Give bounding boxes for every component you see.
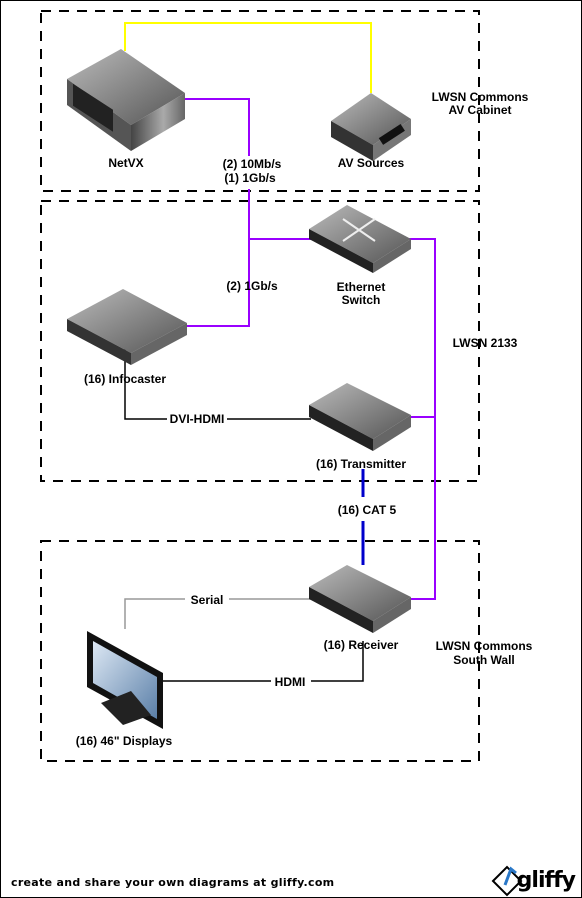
cat5-label: (16) CAT 5 [338, 503, 397, 517]
av-sources-icon[interactable] [331, 93, 411, 161]
infocaster-label: (16) Infocaster [84, 372, 166, 386]
zone-av-cabinet-label-1: LWSN Commons [432, 90, 529, 104]
footer-text: create and share your own diagrams at gl… [11, 876, 335, 889]
zone-av-cabinet-label-2: AV Cabinet [448, 103, 511, 117]
serial-label: Serial [191, 593, 224, 607]
displays-label: (16) 46" Displays [76, 734, 173, 748]
transmitter-icon[interactable] [309, 383, 411, 451]
display-monitor-icon[interactable] [87, 631, 163, 729]
zone-south-wall-label-2: South Wall [453, 653, 515, 667]
netvx-label: NetVX [108, 156, 143, 170]
receiver-icon[interactable] [309, 565, 411, 633]
receiver-label: (16) Receiver [324, 638, 399, 652]
switch-receiver-line [409, 238, 436, 600]
av-sources-label: AV Sources [338, 156, 405, 170]
infocaster-icon[interactable] [67, 289, 187, 365]
netvx-server-icon[interactable] [67, 49, 185, 151]
zone-2133-label: LWSN 2133 [453, 336, 518, 350]
switch-trunk-line [186, 189, 250, 327]
zone-south-wall-label-1: LWSN Commons [436, 639, 533, 653]
netvx-ethernet-line [181, 98, 250, 156]
netvx-link-label-1: (2) 10Mb/s [223, 157, 282, 171]
infocaster-link-label: (2) 1Gb/s [226, 279, 278, 293]
diagram-canvas: NetVX AV Sources (2) 10Mb/s (1) 1Gb/s LW… [0, 0, 582, 898]
switch-label-1: Ethernet [337, 280, 386, 294]
transmitter-label: (16) Transmitter [316, 457, 406, 471]
switch-label-2: Switch [342, 293, 381, 307]
netvx-link-label-2: (1) 1Gb/s [224, 171, 276, 185]
gliffy-logo[interactable]: gliffy [517, 868, 576, 893]
ethernet-switch-icon[interactable] [309, 205, 411, 273]
network-diagram: NetVX AV Sources (2) 10Mb/s (1) 1Gb/s LW… [40, 10, 533, 897]
hdmi-label: HDMI [275, 675, 306, 689]
dvi-hdmi-label: DVI-HDMI [170, 412, 225, 426]
